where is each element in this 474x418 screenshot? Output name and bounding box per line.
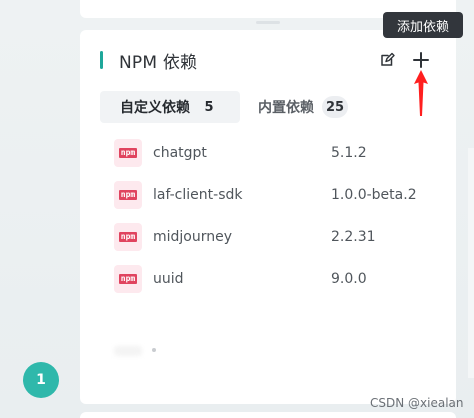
plus-icon: [413, 52, 429, 68]
npm-icon: npm: [114, 181, 142, 209]
npm-dependencies-panel: NPM 依赖 自定义依赖 5 内置依赖 25 npm chatgpt 5.1.2…: [80, 30, 456, 404]
panel-title: NPM 依赖: [119, 52, 198, 73]
npm-icon: npm: [114, 265, 142, 293]
tab-custom-dependencies[interactable]: 自定义依赖 5: [100, 91, 240, 123]
package-version: 2.2.31: [331, 229, 376, 245]
package-version: 1.0.0-beta.2: [331, 187, 417, 203]
tab-count-badge: 5: [204, 99, 214, 115]
list-item[interactable]: npm midjourney 2.2.31: [114, 216, 444, 258]
tab-label: 自定义依赖: [120, 100, 190, 116]
panel-header: NPM 依赖: [100, 50, 198, 73]
npm-icon: npm: [114, 139, 142, 167]
resize-handle[interactable]: [256, 21, 280, 24]
package-version: 5.1.2: [331, 145, 367, 161]
page-badge[interactable]: 1: [23, 362, 59, 398]
edit-icon[interactable]: [377, 50, 397, 70]
dependency-list: npm chatgpt 5.1.2 npm laf-client-sdk 1.0…: [114, 132, 444, 300]
tab-count-badge: 25: [322, 96, 349, 118]
tab-builtin-dependencies[interactable]: 内置依赖 25: [240, 91, 368, 123]
package-name: midjourney: [153, 229, 233, 245]
add-dependency-button[interactable]: [410, 49, 432, 71]
package-name: chatgpt: [153, 145, 207, 161]
dependency-tabs: 自定义依赖 5 内置依赖 25: [100, 91, 368, 123]
package-name: laf-client-sdk: [153, 187, 243, 203]
package-version: 9.0.0: [331, 271, 367, 287]
list-item[interactable]: npm uuid 9.0.0: [114, 258, 444, 300]
title-accent-bar: [100, 51, 103, 69]
package-name: uuid: [153, 271, 184, 287]
next-panel: [80, 412, 456, 418]
list-item[interactable]: npm laf-client-sdk 1.0.0-beta.2: [114, 174, 444, 216]
tab-label: 内置依赖: [258, 100, 314, 116]
blurred-list-item: [114, 338, 314, 362]
add-dependency-tooltip: 添加依赖: [383, 12, 463, 38]
npm-icon: npm: [114, 223, 142, 251]
list-item[interactable]: npm chatgpt 5.1.2: [114, 132, 444, 174]
red-arrow-annotation: [414, 70, 428, 116]
side-strip: [468, 148, 474, 378]
watermark: CSDN @xiealan: [370, 396, 464, 410]
